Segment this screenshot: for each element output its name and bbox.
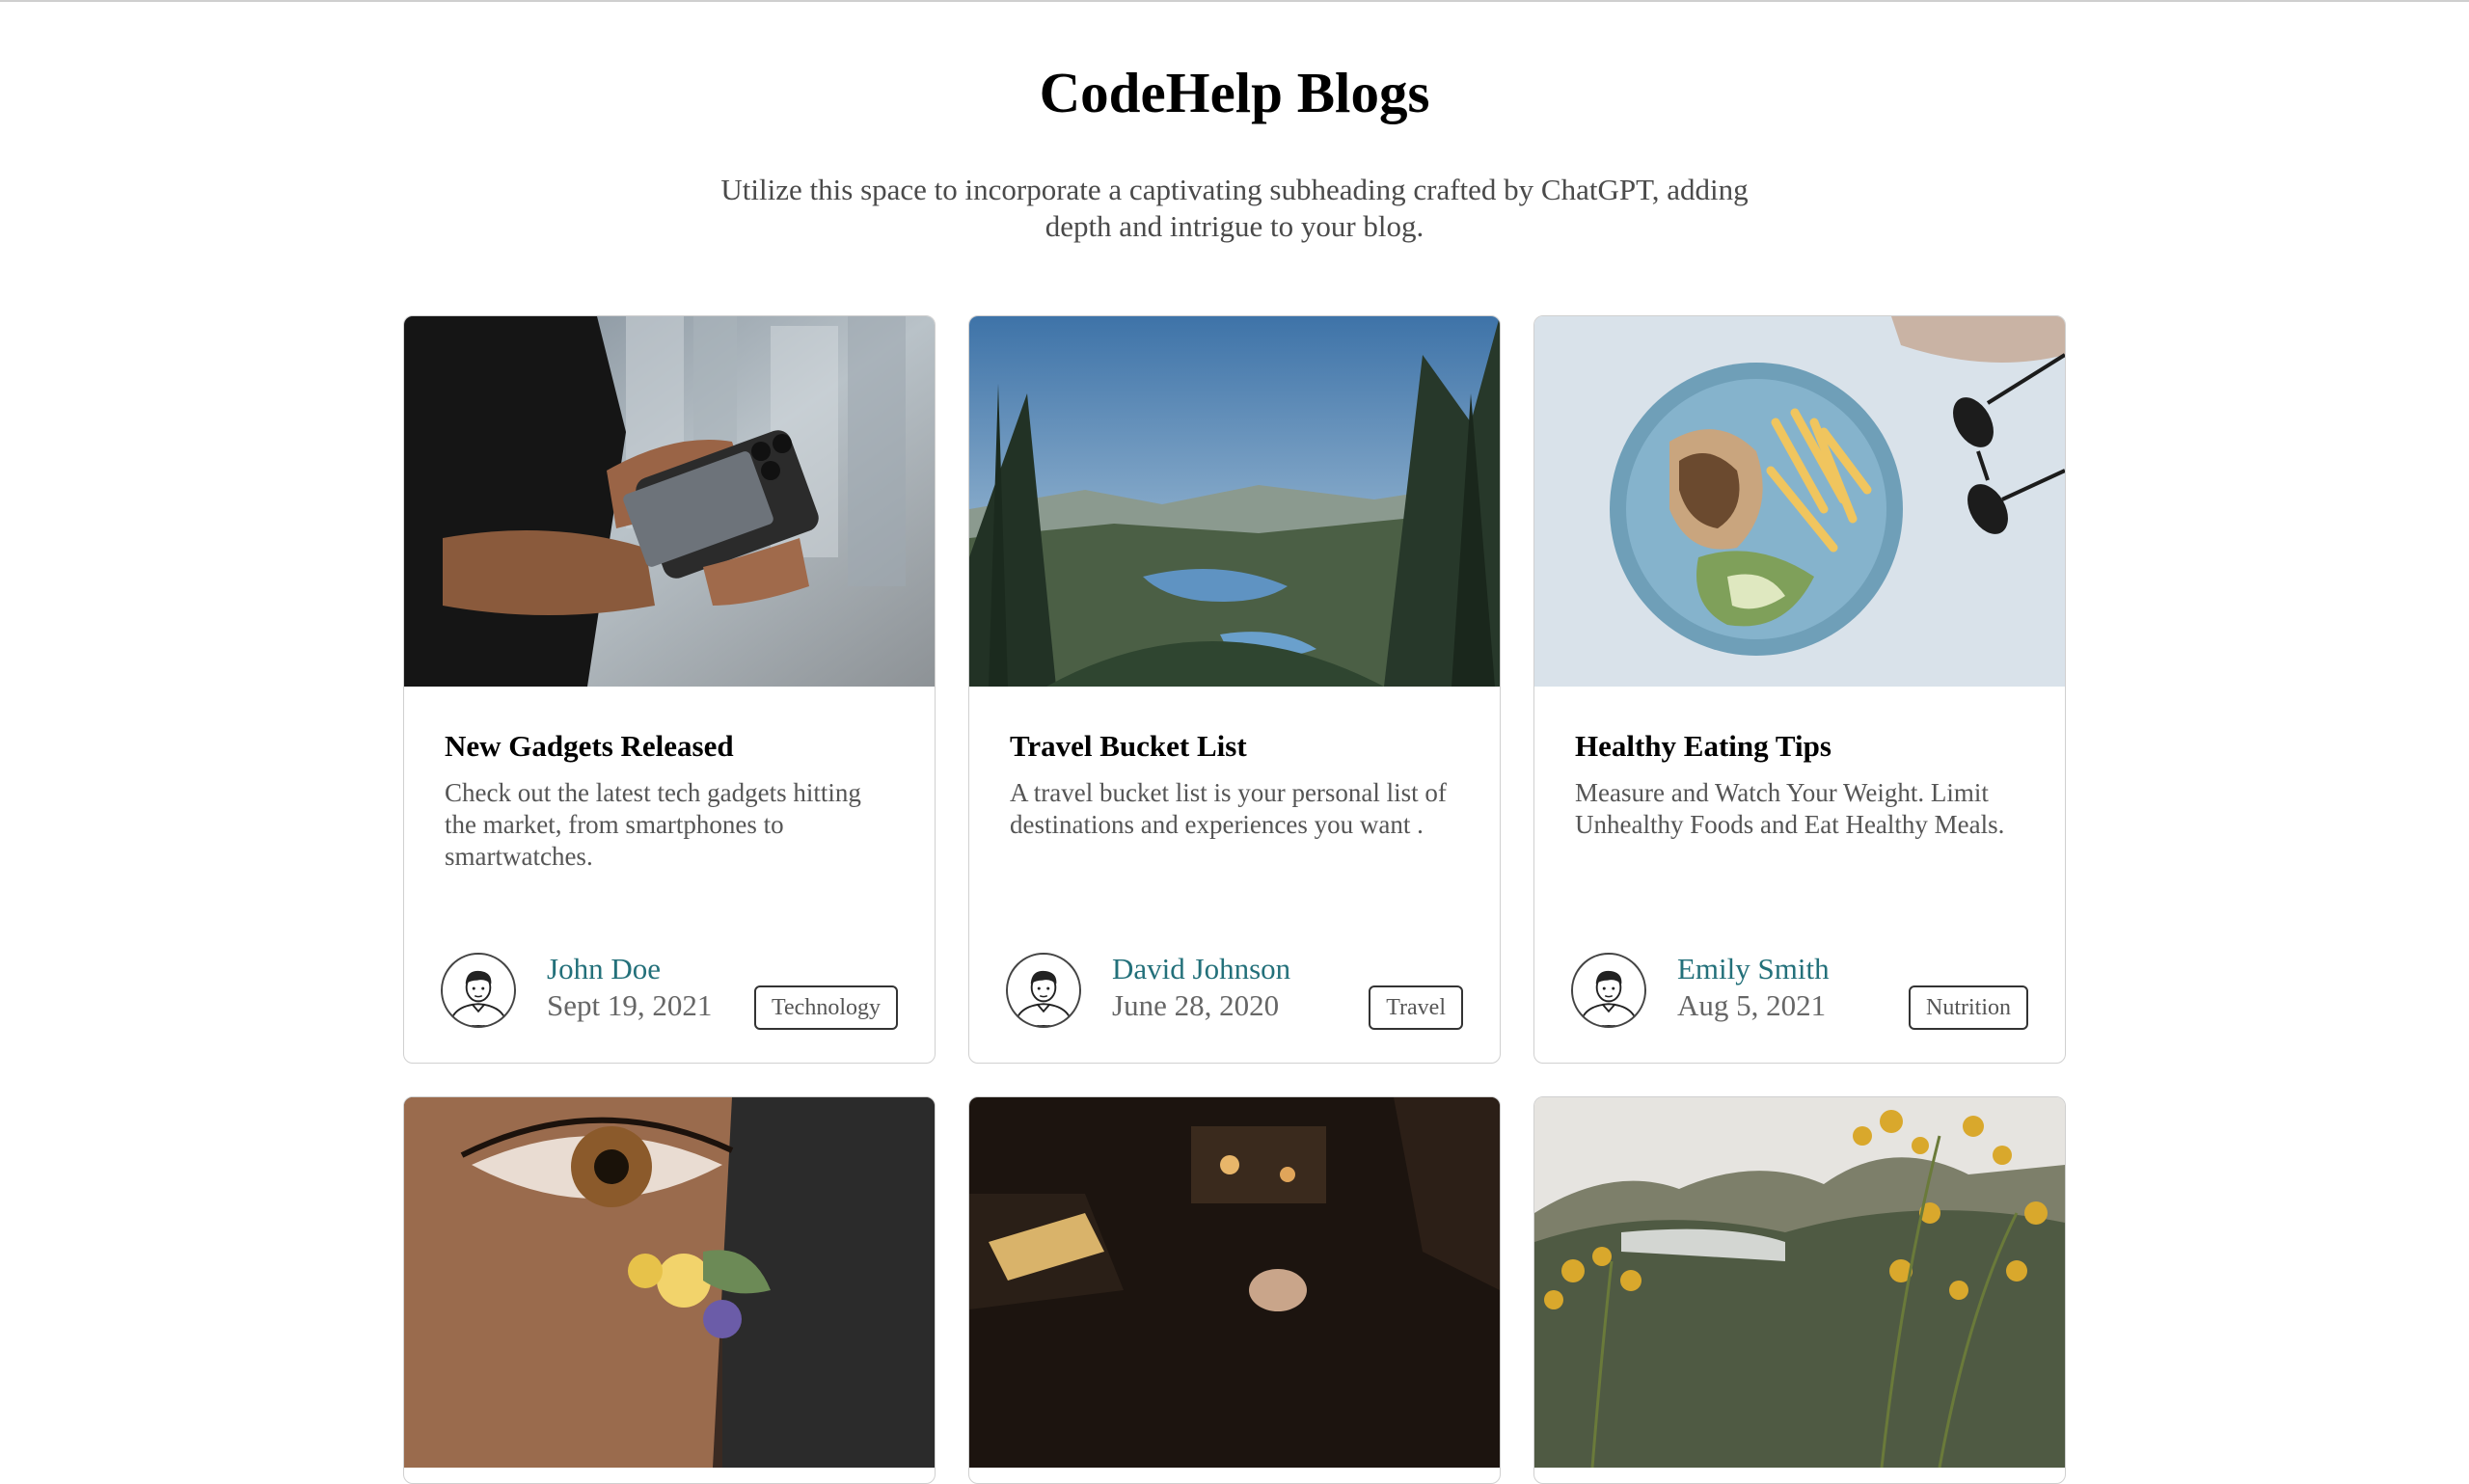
cozy-room-image [969,1097,1500,1468]
card-image[interactable] [404,1097,935,1468]
card-footer: David Johnson June 28, 2020 Travel [1006,951,1463,1030]
card-body: New Gadgets Released Check out the lates… [404,687,935,873]
post-date: June 28, 2020 [1112,988,1280,1022]
card-body: Travel Bucket List A travel bucket list … [969,687,1500,841]
avatar [1571,953,1646,1028]
author-name[interactable]: Emily Smith [1677,951,1830,987]
page-subtitle: Utilize this space to incorporate a capt… [720,173,1749,243]
category-tag[interactable]: Technology [754,985,898,1030]
blog-card[interactable] [968,1096,1501,1484]
post-date: Aug 5, 2021 [1677,988,1827,1022]
blog-card[interactable] [1533,1096,2066,1484]
card-title[interactable]: Travel Bucket List [1010,727,1459,766]
card-image[interactable] [1534,316,2065,687]
card-excerpt: Measure and Watch Your Weight. Limit Unh… [1575,778,2005,839]
card-footer: John Doe Sept 19, 2021 Technology [441,951,898,1030]
user-avatar-icon [448,970,508,1026]
card-body: Healthy Eating Tips Measure and Watch Yo… [1534,687,2065,841]
healthy-meal-image [1534,316,2065,687]
card-image[interactable] [969,316,1500,687]
avatar [441,953,516,1028]
page-title: CodeHelp Blogs [1039,61,1430,124]
user-avatar-icon [1579,970,1639,1026]
eye-flowers-image [404,1097,935,1468]
user-avatar-icon [1014,970,1073,1026]
card-title[interactable]: Healthy Eating Tips [1575,727,2024,766]
avatar [1006,953,1081,1028]
author-name[interactable]: John Doe [547,951,712,987]
blog-grid: New Gadgets Released Check out the lates… [403,315,2066,1484]
category-tag[interactable]: Travel [1369,985,1463,1030]
page-header: CodeHelp Blogs Utilize this space to inc… [0,56,2469,245]
card-image[interactable] [404,316,935,687]
card-title[interactable]: New Gadgets Released [445,727,894,766]
smartphone-ssd-image [404,316,935,687]
author-info: David Johnson June 28, 2020 [1112,951,1290,1024]
card-image[interactable] [969,1097,1500,1468]
category-tag[interactable]: Nutrition [1909,985,2028,1030]
top-divider [0,0,2469,2]
author-info: John Doe Sept 19, 2021 [547,951,712,1024]
mountain-flowers-image [1534,1097,2065,1468]
forest-lake-image [969,316,1500,687]
card-image[interactable] [1534,1097,2065,1468]
author-name[interactable]: David Johnson [1112,951,1290,987]
card-footer: Emily Smith Aug 5, 2021 Nutrition [1571,951,2028,1030]
card-excerpt: A travel bucket list is your personal li… [1010,778,1447,839]
card-excerpt: Check out the latest tech gadgets hittin… [445,778,861,871]
blog-card[interactable]: Travel Bucket List A travel bucket list … [968,315,1501,1064]
blog-card[interactable] [403,1096,936,1484]
author-info: Emily Smith Aug 5, 2021 [1677,951,1830,1024]
blog-card[interactable]: Healthy Eating Tips Measure and Watch Yo… [1533,315,2066,1064]
blog-card[interactable]: New Gadgets Released Check out the lates… [403,315,936,1064]
post-date: Sept 19, 2021 [547,988,713,1022]
